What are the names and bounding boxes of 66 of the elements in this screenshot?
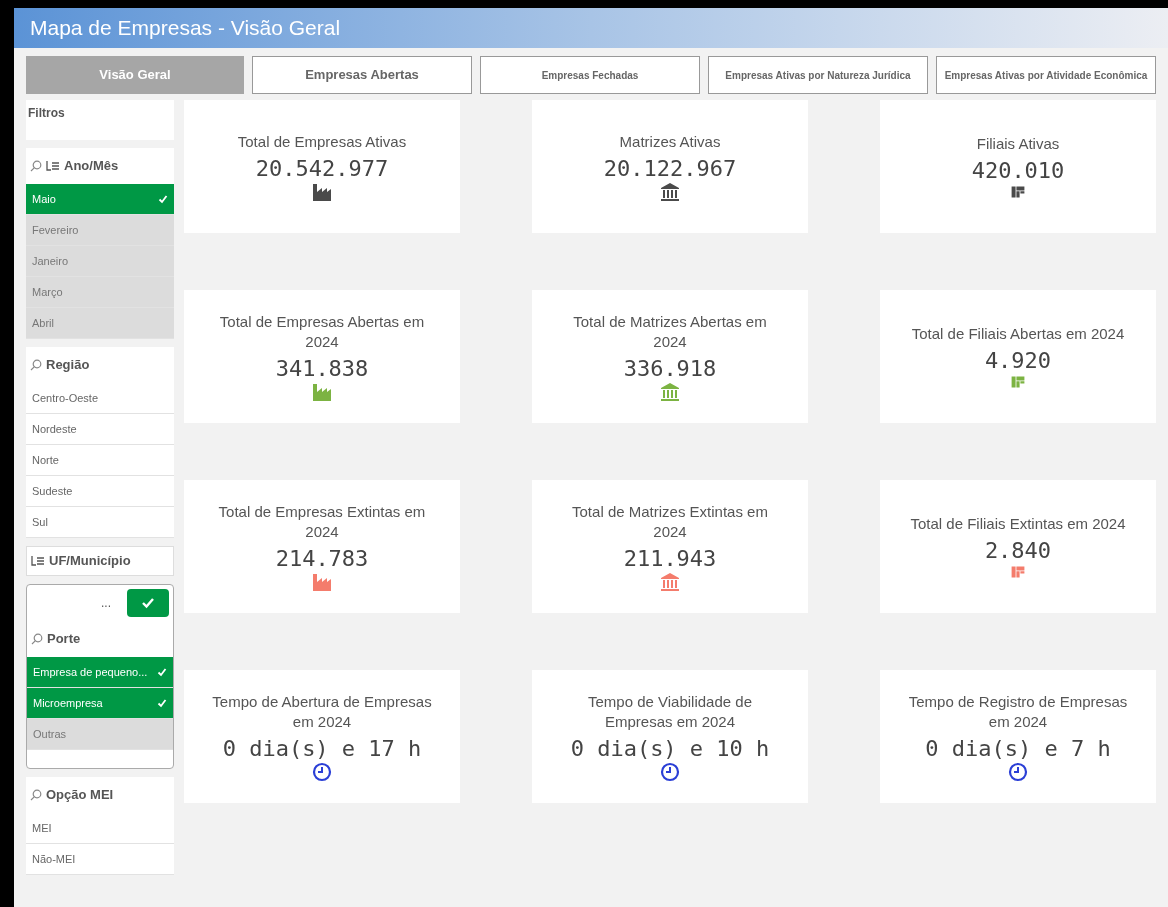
tab[interactable]: Empresas Ativas por Atividade Econômica	[936, 56, 1156, 94]
check-icon	[158, 194, 168, 204]
filter-item[interactable]: Empresa de pequeno...	[27, 657, 173, 688]
filter-header[interactable]: Ano/Mês	[26, 148, 174, 184]
more-options[interactable]: ...	[101, 594, 111, 612]
filter-item[interactable]: Microempresa	[27, 688, 173, 719]
tab[interactable]: Empresas Fechadas	[480, 56, 700, 94]
kpi-value: 214.783	[275, 545, 369, 572]
kpi-value: 0 dia(s) e 7 h	[925, 735, 1111, 762]
kpi-title: Total de Matrizes Abertas em 2024	[572, 311, 768, 352]
search-icon	[31, 633, 43, 645]
filter-item[interactable]: Centro-Oeste	[26, 383, 174, 414]
filter-title: UF/Município	[49, 552, 131, 571]
confirm-button[interactable]	[127, 589, 169, 617]
filter-item[interactable]: Outras	[27, 719, 173, 750]
kpi-title: Total de Empresas Ativas	[237, 131, 407, 152]
filter-title: Porte	[47, 630, 81, 649]
kpi-value: 0 dia(s) e 10 h	[570, 735, 770, 762]
filter-item[interactable]: Janeiro	[26, 246, 174, 277]
filter-item[interactable]: Sul	[26, 507, 174, 538]
filter-title: Região	[46, 356, 90, 375]
filter-header[interactable]: UF/Município	[26, 546, 174, 576]
filters-heading: Filtros	[28, 106, 65, 120]
filter-item[interactable]: Fevereiro	[26, 215, 174, 246]
kpi-title: Filiais Ativas	[976, 133, 1060, 154]
filter-item[interactable]: MEI	[26, 813, 174, 844]
filter-title: Opção MEI	[46, 786, 114, 805]
kpi-value: 341.838	[275, 355, 369, 382]
filter-item[interactable]: Sudeste	[26, 476, 174, 507]
drill-down-icon	[46, 160, 60, 172]
check-icon	[157, 667, 167, 677]
kpi-value: 2.840	[984, 537, 1052, 564]
check-icon	[141, 597, 155, 609]
filter-item[interactable]: Março	[26, 277, 174, 308]
kpi-title: Total de Matrizes Extintas em 2024	[571, 501, 769, 542]
window-title: Mapa de Empresas - Visão Geral	[30, 15, 341, 42]
kpi-value: 4.920	[984, 347, 1052, 374]
check-icon	[157, 698, 167, 708]
kpi-title: Tempo de Viabilidade de Empresas em 2024	[587, 691, 753, 732]
tab[interactable]: Empresas Ativas por Natureza Jurídica	[708, 56, 928, 94]
search-icon	[30, 160, 42, 172]
filter-item[interactable]: Maio	[26, 184, 174, 215]
kpi-title: Matrizes Ativas	[619, 131, 721, 152]
drill-down-icon	[31, 555, 45, 567]
filter-item[interactable]: Abril	[26, 308, 174, 339]
filter-header[interactable]: Opção MEI	[26, 777, 174, 813]
kpi-title: Tempo de Registro de Empresas em 2024	[907, 691, 1129, 732]
kpi-title: Total de Filiais Extintas em 2024	[910, 513, 1126, 534]
filter-title: Ano/Mês	[64, 157, 119, 176]
kpi-title: Total de Empresas Extintas em 2024	[217, 501, 427, 542]
filter-header[interactable]: Região	[26, 347, 174, 383]
filter-item[interactable]: Nordeste	[26, 414, 174, 445]
kpi-value: 20.542.977	[255, 155, 389, 182]
kpi-title: Total de Filiais Abertas em 2024	[911, 323, 1125, 344]
kpi-value: 420.010	[971, 157, 1065, 184]
kpi-title: Total de Empresas Abertas em 2024	[218, 311, 426, 352]
kpi-value: 336.918	[623, 355, 717, 382]
tab[interactable]: Empresas Abertas	[252, 56, 472, 94]
kpi-value: 20.122.967	[603, 155, 737, 182]
filter-item[interactable]: Norte	[26, 445, 174, 476]
filter-item[interactable]: Não-MEI	[26, 844, 174, 875]
kpi-value: 211.943	[623, 545, 717, 572]
search-icon	[30, 789, 42, 801]
kpi-title: Tempo de Abertura de Empresas em 2024	[211, 691, 433, 732]
kpi-value: 0 dia(s) e 17 h	[222, 735, 422, 762]
search-icon	[30, 359, 42, 371]
